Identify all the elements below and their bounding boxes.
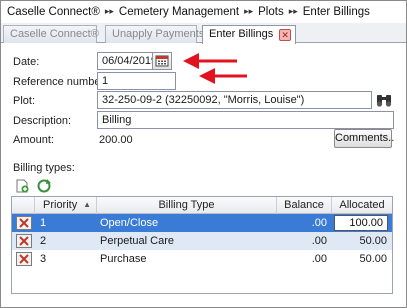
tab-label: Caselle Connect® <box>10 28 99 40</box>
grid-header: Priority ▲ Billing Type Balance Allocate… <box>12 197 392 214</box>
plot-field[interactable]: 32-250-09-2 (32250092, "Morris, Louise") <box>97 91 372 109</box>
calendar-icon <box>155 55 169 67</box>
red-arrow-reference <box>199 68 247 84</box>
table-row[interactable]: 3 Purchase .00 50.00 <box>12 250 392 268</box>
breadcrumb-separator: ▸▸ <box>104 6 114 16</box>
amount-value: 200.00 <box>99 134 133 146</box>
reference-number-label: Reference number: <box>13 76 108 88</box>
column-header-billing-type[interactable]: Billing Type <box>97 197 277 214</box>
date-field[interactable]: 06/04/2019 <box>97 52 153 70</box>
table-row[interactable]: 1 Open/Close .00 100.00 <box>12 214 392 232</box>
delete-row-button[interactable] <box>16 234 32 248</box>
breadcrumb-item-enter-billings: Enter Billings <box>302 5 370 18</box>
calendar-button[interactable] <box>152 52 172 70</box>
breadcrumb-item-plots[interactable]: Plots <box>258 6 284 18</box>
breadcrumb-item-caselle-connect[interactable]: Caselle Connect® <box>7 6 100 18</box>
column-header-label: Priority <box>43 199 78 211</box>
delete-row-icon <box>19 254 29 264</box>
delete-row-button[interactable] <box>16 216 32 230</box>
close-tab-icon[interactable]: ✕ <box>279 29 292 41</box>
date-label: Date: <box>13 56 40 68</box>
plot-lookup-button[interactable] <box>374 91 394 109</box>
breadcrumb-item-cemetery-management[interactable]: Cemetery Management <box>119 6 239 18</box>
breadcrumb: Caselle Connect® ▸▸ Cemetery Management … <box>1 1 406 22</box>
grid-header-spacer <box>12 197 35 214</box>
refresh-button[interactable] <box>36 178 52 194</box>
description-label: Description: <box>13 115 72 127</box>
billing-types-label: Billing types: <box>13 162 75 174</box>
tab-label: Enter Billings <box>209 28 274 40</box>
tab-bar: Caselle Connect® Unapply Payments Enter … <box>1 23 406 44</box>
cell-billing-type: Open/Close <box>100 217 159 229</box>
amount-label: Amount: <box>13 134 54 146</box>
enter-billings-window: Caselle Connect® ▸▸ Cemetery Management … <box>0 0 407 308</box>
binoculars-icon <box>376 95 392 107</box>
column-header-balance[interactable]: Balance <box>277 197 332 214</box>
plot-label: Plot: <box>13 95 36 107</box>
cell-balance: .00 <box>311 253 327 265</box>
cell-balance: .00 <box>311 217 327 229</box>
reference-number-field[interactable]: 1 <box>97 72 176 90</box>
add-row-icon <box>16 179 29 193</box>
sort-up-icon: ▲ <box>83 200 91 209</box>
delete-row-button[interactable] <box>16 252 32 266</box>
cell-priority: 1 <box>40 217 47 229</box>
billing-types-grid: Priority ▲ Billing Type Balance Allocate… <box>11 196 393 294</box>
cell-allocated[interactable]: 50.00 <box>332 250 387 268</box>
table-row[interactable]: 2 Perpetual Care .00 50.00 <box>12 232 392 250</box>
tab-caselle-connect[interactable]: Caselle Connect® <box>3 25 99 43</box>
cell-priority: 3 <box>40 253 47 265</box>
tab-enter-billings[interactable]: Enter Billings ✕ <box>202 25 296 44</box>
breadcrumb-separator: ▸▸ <box>244 6 254 16</box>
breadcrumb-separator: ▸▸ <box>288 6 298 16</box>
description-field[interactable]: Billing <box>97 111 394 129</box>
cell-billing-type: Purchase <box>100 253 147 265</box>
add-row-button[interactable] <box>14 178 30 194</box>
cell-billing-type: Perpetual Care <box>100 235 174 247</box>
cell-priority: 2 <box>40 235 47 247</box>
tab-unapply-payments[interactable]: Unapply Payments <box>105 25 204 43</box>
cell-allocated[interactable]: 50.00 <box>332 232 387 250</box>
cell-balance: .00 <box>311 235 327 247</box>
tab-label: Unapply Payments <box>112 28 205 40</box>
column-header-allocated[interactable]: Allocated <box>332 197 392 214</box>
delete-row-icon <box>19 218 29 228</box>
refresh-icon <box>37 179 51 193</box>
delete-row-icon <box>19 236 29 246</box>
cell-allocated-input[interactable]: 100.00 <box>334 215 388 231</box>
comments-button[interactable]: Comments.. <box>334 129 394 148</box>
column-header-priority[interactable]: Priority ▲ <box>35 197 97 214</box>
